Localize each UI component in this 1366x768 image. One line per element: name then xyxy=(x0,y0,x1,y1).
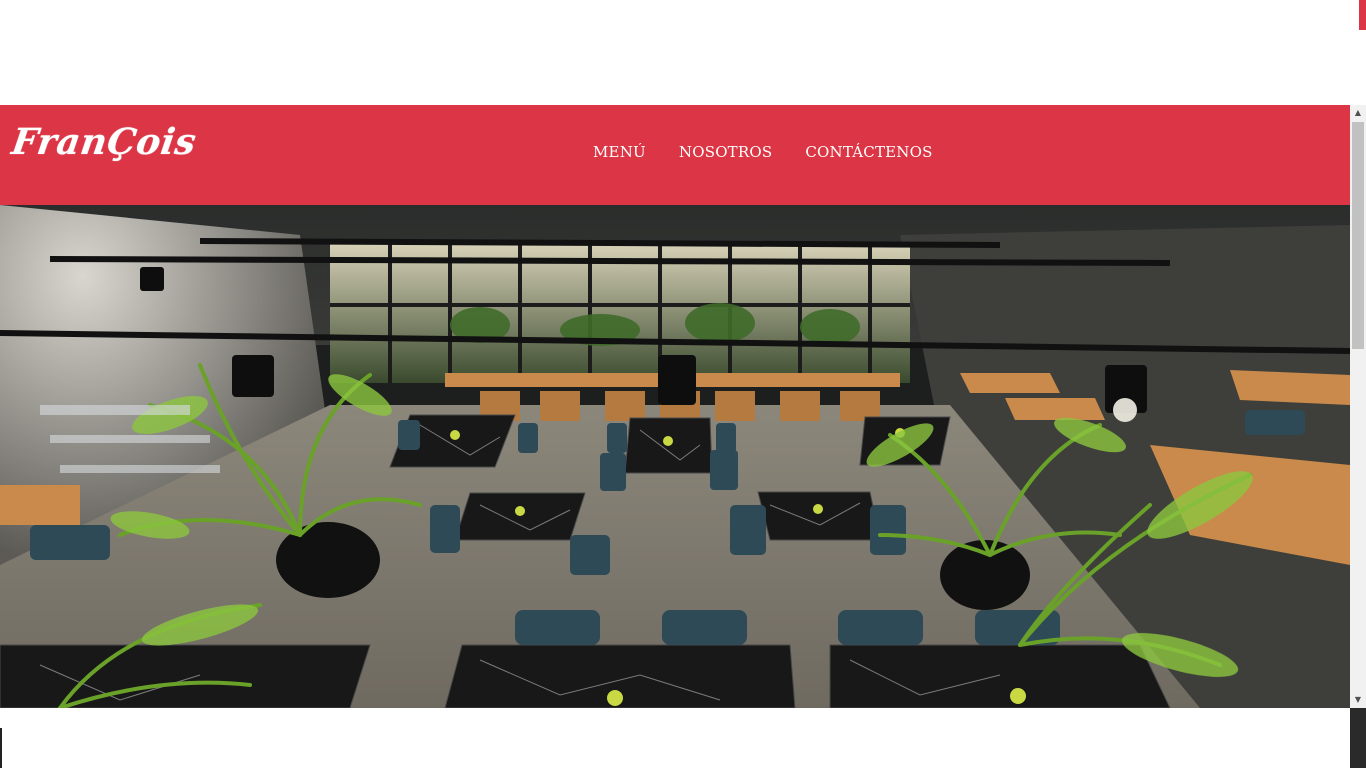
content-area xyxy=(0,708,1350,768)
vertical-scrollbar[interactable]: ▲ ▼ xyxy=(1350,105,1366,768)
brand-logo[interactable]: FranÇois xyxy=(9,121,199,163)
restaurant-interior-photo xyxy=(0,205,1350,708)
nav-item-contactenos[interactable]: CONTÁCTENOS xyxy=(792,143,952,161)
scrollbar-lower-area xyxy=(1350,708,1366,768)
scroll-up-icon[interactable]: ▲ xyxy=(1350,105,1366,121)
nav-item-menu[interactable]: MENÚ xyxy=(580,143,666,161)
hero-image xyxy=(0,205,1350,708)
corner-accent xyxy=(1359,0,1366,30)
nav-item-nosotros[interactable]: NOSOTROS xyxy=(666,143,792,161)
left-edge-line xyxy=(0,728,2,768)
scrollbar-thumb[interactable] xyxy=(1352,122,1364,349)
nav-links: MENÚ NOSOTROS CONTÁCTENOS xyxy=(580,143,953,161)
scroll-down-icon[interactable]: ▼ xyxy=(1350,692,1366,708)
page-frame: FranÇois MENÚ NOSOTROS CONTÁCTENOS xyxy=(0,105,1350,768)
top-blank-area xyxy=(0,0,1366,105)
navbar: FranÇois MENÚ NOSOTROS CONTÁCTENOS xyxy=(0,105,1350,205)
